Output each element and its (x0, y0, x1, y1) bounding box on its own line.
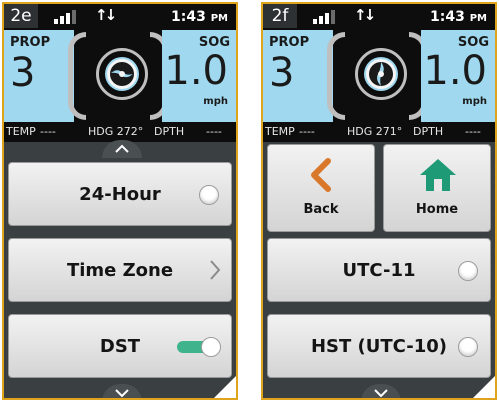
prop-label: PROP (10, 35, 51, 50)
data-transfer-icon: ↑↓ (95, 6, 117, 24)
gauge-arc-left (327, 32, 345, 120)
menu-item-label: HST (UTC-10) (310, 335, 448, 357)
menu-item-label: UTC-11 (342, 259, 416, 281)
prop-value: 3 (10, 50, 36, 96)
menu-item-24-hour[interactable]: 24-Hour (8, 162, 232, 226)
settings-screen-2f: 2f ↑↓ 1:43 PM PROP 3 SOG 1.0 mph TEMP --… (261, 2, 497, 400)
chevron-down-icon (115, 389, 129, 398)
signal-strength-icon (54, 10, 78, 24)
temp-label: TEMP (265, 125, 295, 138)
signal-strength-icon (313, 10, 337, 24)
temp-label: TEMP (6, 125, 36, 138)
propeller-side-icon (364, 57, 398, 91)
gauge-area: PROP 3 SOG 1.0 mph (4, 30, 236, 122)
sog-unit: mph (203, 96, 228, 107)
info-strip: TEMP ---- HDG 271° DPTH ---- (263, 122, 495, 142)
radio-button[interactable] (199, 185, 219, 205)
propeller-mode-button[interactable] (96, 48, 148, 100)
prop-gauge: PROP 3 (263, 30, 333, 122)
chevron-right-icon (210, 260, 221, 280)
menu-item-time-zone[interactable]: Time Zone (8, 238, 232, 302)
scroll-down-button[interactable] (361, 384, 401, 398)
back-label: Back (303, 202, 339, 217)
radio-button[interactable] (458, 337, 478, 357)
clock: 1:43 PM (430, 9, 487, 25)
propeller-top-icon (105, 57, 139, 91)
status-bar: ↑↓ 1:43 PM (4, 4, 236, 30)
heading-readout: HDG 271° (347, 125, 403, 138)
depth-value: ---- (465, 125, 481, 138)
dst-toggle[interactable] (177, 337, 221, 357)
home-button[interactable]: Home (383, 144, 491, 232)
prop-gauge: PROP 3 (4, 30, 74, 122)
corner-cut (471, 374, 495, 398)
figure-label: 2f (263, 4, 297, 28)
depth-label: DPTH (154, 125, 185, 138)
radio-button[interactable] (458, 261, 478, 281)
prop-label: PROP (269, 35, 310, 50)
status-bar: ↑↓ 1:43 PM (263, 4, 495, 30)
menu-item-utc-minus-11[interactable]: UTC-11 (267, 238, 491, 302)
sog-value: 1.0 (423, 48, 487, 94)
chevron-up-icon (115, 144, 129, 153)
back-button[interactable]: Back (267, 144, 375, 232)
chevron-down-icon (374, 389, 388, 398)
data-transfer-icon: ↑↓ (354, 6, 376, 24)
figure-label: 2e (4, 4, 38, 28)
sog-value: 1.0 (164, 48, 228, 94)
depth-value: ---- (206, 125, 222, 138)
sog-unit: mph (462, 96, 487, 107)
gauge-arc-left (68, 32, 86, 120)
info-strip: TEMP ---- HDG 272° DPTH ---- (4, 122, 236, 142)
menu-list: 24-Hour Time Zone DST (4, 142, 236, 398)
temp-value: ---- (299, 125, 315, 138)
propeller-mode-button[interactable] (355, 48, 407, 100)
scroll-down-button[interactable] (102, 384, 142, 398)
settings-screen-2e: 2e ↑↓ 1:43 PM PROP 3 SOG 1.0 mph TEMP --… (2, 2, 238, 400)
home-icon (420, 159, 456, 191)
menu-item-label: Time Zone (66, 259, 174, 281)
corner-cut (212, 374, 236, 398)
temp-value: ---- (40, 125, 56, 138)
prop-value: 3 (269, 50, 295, 96)
heading-readout: HDG 272° (88, 125, 144, 138)
sog-gauge: SOG 1.0 mph (421, 30, 495, 122)
sog-gauge: SOG 1.0 mph (162, 30, 236, 122)
gauge-area: PROP 3 SOG 1.0 mph (263, 30, 495, 122)
home-label: Home (415, 202, 459, 217)
back-arrow-icon (311, 158, 331, 192)
menu-item-hst[interactable]: HST (UTC-10) (267, 314, 491, 378)
depth-label: DPTH (413, 125, 444, 138)
toggle-knob (201, 337, 221, 357)
menu-item-dst[interactable]: DST (8, 314, 232, 378)
clock: 1:43 PM (171, 9, 228, 25)
menu-item-label: 24-Hour (79, 183, 161, 205)
